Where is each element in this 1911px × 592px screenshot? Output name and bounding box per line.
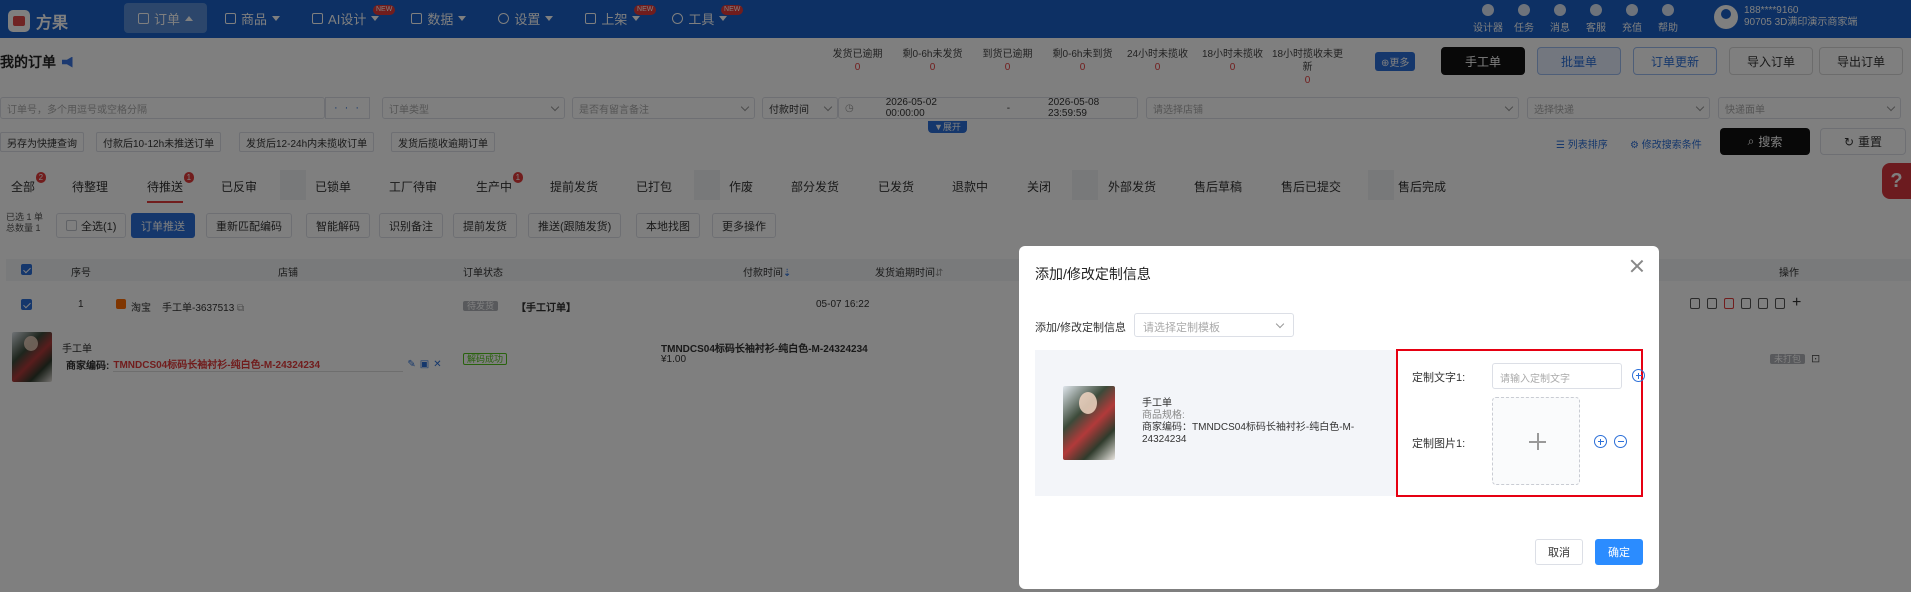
- custom-text-input[interactable]: 请输入定制文字: [1492, 363, 1622, 389]
- custom-text-label: 定制文字1:: [1412, 372, 1466, 384]
- template-select[interactable]: 请选择定制模板: [1134, 313, 1294, 337]
- confirm-button[interactable]: 确定: [1595, 539, 1643, 565]
- chevron-down-icon: [1275, 319, 1285, 329]
- template-label: 添加/修改定制信息: [1035, 322, 1127, 334]
- cancel-button[interactable]: 取消: [1535, 539, 1583, 565]
- custom-info-dialog: 添加/修改定制信息 添加/修改定制信息 请选择定制模板 手工单 商品规格: 商家…: [1019, 246, 1659, 589]
- image-upload-area[interactable]: [1492, 397, 1580, 485]
- close-icon[interactable]: [1629, 258, 1645, 274]
- product-thumbnail: [1063, 386, 1115, 460]
- custom-fields-box: 定制文字1: 请输入定制文字 定制图片1:: [1396, 349, 1645, 497]
- custom-item-panel: 手工单 商品规格: 商家编码：TMNDCS04标码长袖衬衫-纯白色-M-2432…: [1035, 349, 1645, 497]
- add-text-icon[interactable]: [1632, 369, 1645, 382]
- remove-image-icon[interactable]: [1614, 435, 1627, 448]
- custom-image-label: 定制图片1:: [1412, 438, 1466, 450]
- product-info: 手工单 商品规格: 商家编码：TMNDCS04标码长袖衬衫-纯白色-M-2432…: [1142, 398, 1355, 445]
- dialog-title: 添加/修改定制信息: [1035, 266, 1151, 282]
- add-image-icon[interactable]: [1594, 435, 1607, 448]
